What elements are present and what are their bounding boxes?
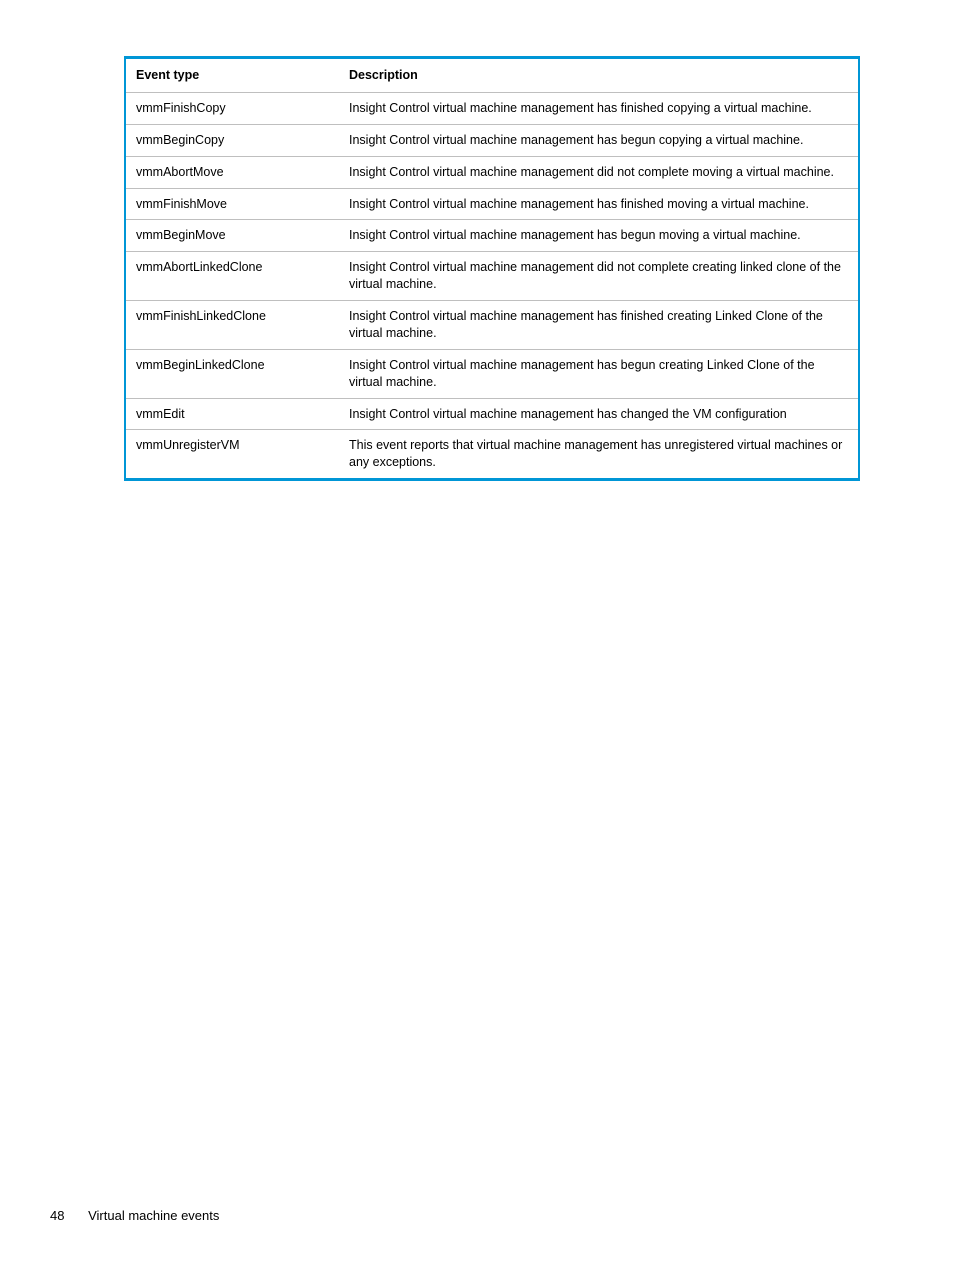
- page-footer: 48 Virtual machine events: [50, 1208, 219, 1223]
- cell-event-type: vmmFinishMove: [125, 188, 339, 220]
- table-row: vmmFinishMove Insight Control virtual ma…: [125, 188, 859, 220]
- table-row: vmmFinishLinkedClone Insight Control vir…: [125, 301, 859, 350]
- page-number: 48: [50, 1208, 64, 1223]
- cell-event-type: vmmBeginCopy: [125, 124, 339, 156]
- cell-description: Insight Control virtual machine manageme…: [339, 220, 859, 252]
- table-row: vmmAbortMove Insight Control virtual mac…: [125, 156, 859, 188]
- cell-description: Insight Control virtual machine manageme…: [339, 92, 859, 124]
- cell-event-type: vmmFinishLinkedClone: [125, 301, 339, 350]
- cell-description: Insight Control virtual machine manageme…: [339, 398, 859, 430]
- table-row: vmmBeginLinkedClone Insight Control virt…: [125, 349, 859, 398]
- cell-description: Insight Control virtual machine manageme…: [339, 156, 859, 188]
- table-row: vmmBeginCopy Insight Control virtual mac…: [125, 124, 859, 156]
- cell-description: Insight Control virtual machine manageme…: [339, 188, 859, 220]
- table-row: vmmFinishCopy Insight Control virtual ma…: [125, 92, 859, 124]
- table-row: vmmAbortLinkedClone Insight Control virt…: [125, 252, 859, 301]
- cell-description: Insight Control virtual machine manageme…: [339, 349, 859, 398]
- table-row: vmmUnregisterVM This event reports that …: [125, 430, 859, 480]
- cell-event-type: vmmUnregisterVM: [125, 430, 339, 480]
- cell-description: Insight Control virtual machine manageme…: [339, 124, 859, 156]
- cell-event-type: vmmAbortMove: [125, 156, 339, 188]
- event-table: Event type Description vmmFinishCopy Ins…: [124, 56, 860, 481]
- cell-event-type: vmmBeginLinkedClone: [125, 349, 339, 398]
- cell-event-type: vmmEdit: [125, 398, 339, 430]
- cell-description: Insight Control virtual machine manageme…: [339, 252, 859, 301]
- cell-description: This event reports that virtual machine …: [339, 430, 859, 480]
- table-header-row: Event type Description: [125, 58, 859, 93]
- cell-event-type: vmmAbortLinkedClone: [125, 252, 339, 301]
- cell-event-type: vmmFinishCopy: [125, 92, 339, 124]
- table-row: vmmBeginMove Insight Control virtual mac…: [125, 220, 859, 252]
- page-content: Event type Description vmmFinishCopy Ins…: [0, 0, 954, 481]
- cell-description: Insight Control virtual machine manageme…: [339, 301, 859, 350]
- header-event-type: Event type: [125, 58, 339, 93]
- table-row: vmmEdit Insight Control virtual machine …: [125, 398, 859, 430]
- section-title: Virtual machine events: [88, 1208, 219, 1223]
- cell-event-type: vmmBeginMove: [125, 220, 339, 252]
- header-description: Description: [339, 58, 859, 93]
